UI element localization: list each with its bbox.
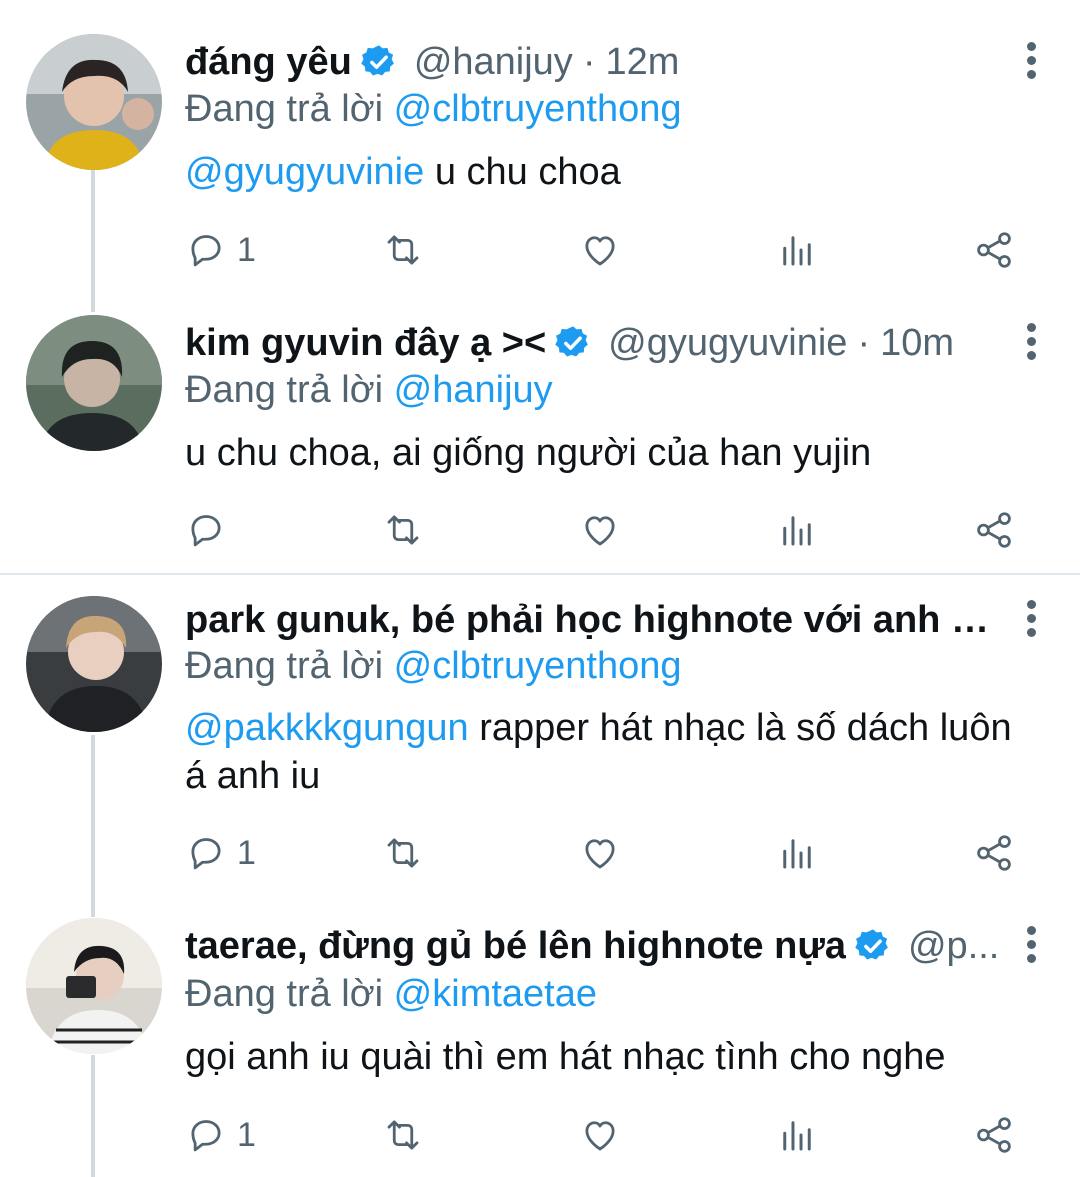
reply-icon [191,1120,221,1152]
display-name[interactable]: đáng yêu [185,34,352,90]
replying-prefix: Đang trả lời [185,645,384,687]
tweet-text: u chu choa, ai giống người của han yujin [185,429,1020,477]
verified-badge-icon [361,45,394,76]
analytics-icon [783,236,811,266]
tweet-body: u chu choa, ai giống người của han yujin [185,432,872,474]
action-bar [0,500,1080,560]
more-vertical-icon[interactable] [1020,38,1042,88]
replying-to: Đang trả lời @hanijuy [185,365,553,415]
action-bar: 1 [0,1105,1080,1165]
replying-prefix: Đang trả lời [185,369,384,411]
reply-button[interactable]: 1 [185,220,256,280]
verified-badge-icon [555,326,589,357]
reply-count: 1 [237,833,256,872]
display-name[interactable]: taerae, đừng gủ bé lên highnote nựa [185,918,846,974]
tweet[interactable]: taerae, đừng gủ bé lên highnote nựa @p..… [0,905,1080,1177]
display-name[interactable]: kim gyuvin đây ạ >< [185,315,546,371]
replying-mention-link[interactable]: @clbtruyenthong [394,88,682,130]
avatar[interactable] [26,315,162,451]
analytics-icon [783,839,811,869]
replying-prefix: Đang trả lời [185,973,384,1015]
avatar[interactable] [26,34,162,170]
display-name[interactable]: park gunuk, bé phải học highnote với anh… [185,592,1000,648]
action-bar: 1 [0,823,1080,883]
retweet-button[interactable] [382,500,424,560]
like-button[interactable] [579,823,621,883]
heart-icon [585,236,615,266]
avatar-photo [26,596,162,732]
separator-dot: · [582,41,596,83]
timestamp[interactable]: 12m [605,34,679,90]
analytics-icon [783,1121,811,1151]
replying-to: Đang trả lời @clbtruyenthong [185,84,682,134]
share-button[interactable] [973,823,1015,883]
retweet-button[interactable] [382,1105,424,1165]
avatar-photo [26,315,162,451]
action-bar: 1 [0,220,1080,280]
reply-button[interactable] [185,500,237,560]
reply-count: 1 [237,1115,256,1154]
mention-link[interactable]: @gyugyuvinie [185,151,424,193]
reply-icon [191,235,221,267]
like-button[interactable] [579,220,621,280]
retweet-icon [387,235,419,265]
share-button[interactable] [973,1105,1015,1165]
reply-button[interactable]: 1 [185,1105,256,1165]
tweet[interactable]: park gunuk, bé phải học highnote với anh… [0,575,1080,905]
handle[interactable]: @hanijuy [414,34,573,90]
share-icon [977,835,1011,871]
retweet-icon [387,515,419,545]
like-button[interactable] [579,1105,621,1165]
tweet-text: @pakkkkgungun rapper hát nhạc là số dách… [185,704,1020,800]
more-vertical-icon[interactable] [1020,596,1042,646]
reply-count: 1 [237,230,256,269]
separator-dot: · [857,322,871,364]
more-vertical-icon[interactable] [1020,319,1042,369]
heart-icon [585,516,615,546]
avatar[interactable] [26,918,162,1054]
tweet-text: @gyugyuvinie u chu choa [185,148,1020,196]
views-button[interactable] [776,220,818,280]
more-vertical-icon[interactable] [1020,922,1042,972]
handle[interactable]: @p... [908,918,999,974]
reply-button[interactable]: 1 [185,823,256,883]
tweet[interactable]: đáng yêu @hanijuy · 12m Đang trả lời @cl… [0,0,1080,300]
tweet-body: gọi anh iu quài thì em hát nhạc tình cho… [185,1036,946,1078]
like-button[interactable] [579,500,621,560]
reply-icon [191,838,221,870]
mention-link[interactable]: @pakkkkgungun [185,707,469,749]
share-icon [977,1117,1011,1153]
timestamp[interactable]: 10m [880,315,954,371]
replying-to: Đang trả lời @kimtaetae [185,969,597,1019]
reply-icon [191,515,221,547]
replying-prefix: Đang trả lời [185,88,384,130]
avatar[interactable] [26,596,162,732]
views-button[interactable] [776,1105,818,1165]
heart-icon [585,1121,615,1151]
retweet-button[interactable] [382,823,424,883]
avatar-photo [26,918,162,1054]
analytics-icon [783,516,811,546]
tweet-text: gọi anh iu quài thì em hát nhạc tình cho… [185,1033,1020,1081]
views-button[interactable] [776,500,818,560]
replying-mention-link[interactable]: @hanijuy [394,369,553,411]
retweet-icon [387,838,419,868]
replying-to: Đang trả lời @clbtruyenthong [185,641,682,691]
retweet-button[interactable] [382,220,424,280]
replying-mention-link[interactable]: @clbtruyenthong [394,645,682,687]
tweet[interactable]: kim gyuvin đây ạ >< @gyugyuvinie · 10m Đ… [0,300,1080,573]
replying-mention-link[interactable]: @kimtaetae [394,973,597,1015]
handle[interactable]: @gyugyuvinie [608,315,847,371]
retweet-icon [387,1120,419,1150]
verified-badge-icon [855,929,888,960]
heart-icon [585,839,615,869]
avatar-photo [26,34,162,170]
tweet-body: u chu choa [424,151,621,193]
share-button[interactable] [973,500,1015,560]
views-button[interactable] [776,823,818,883]
share-icon [977,512,1011,548]
share-icon [977,232,1011,268]
share-button[interactable] [973,220,1015,280]
